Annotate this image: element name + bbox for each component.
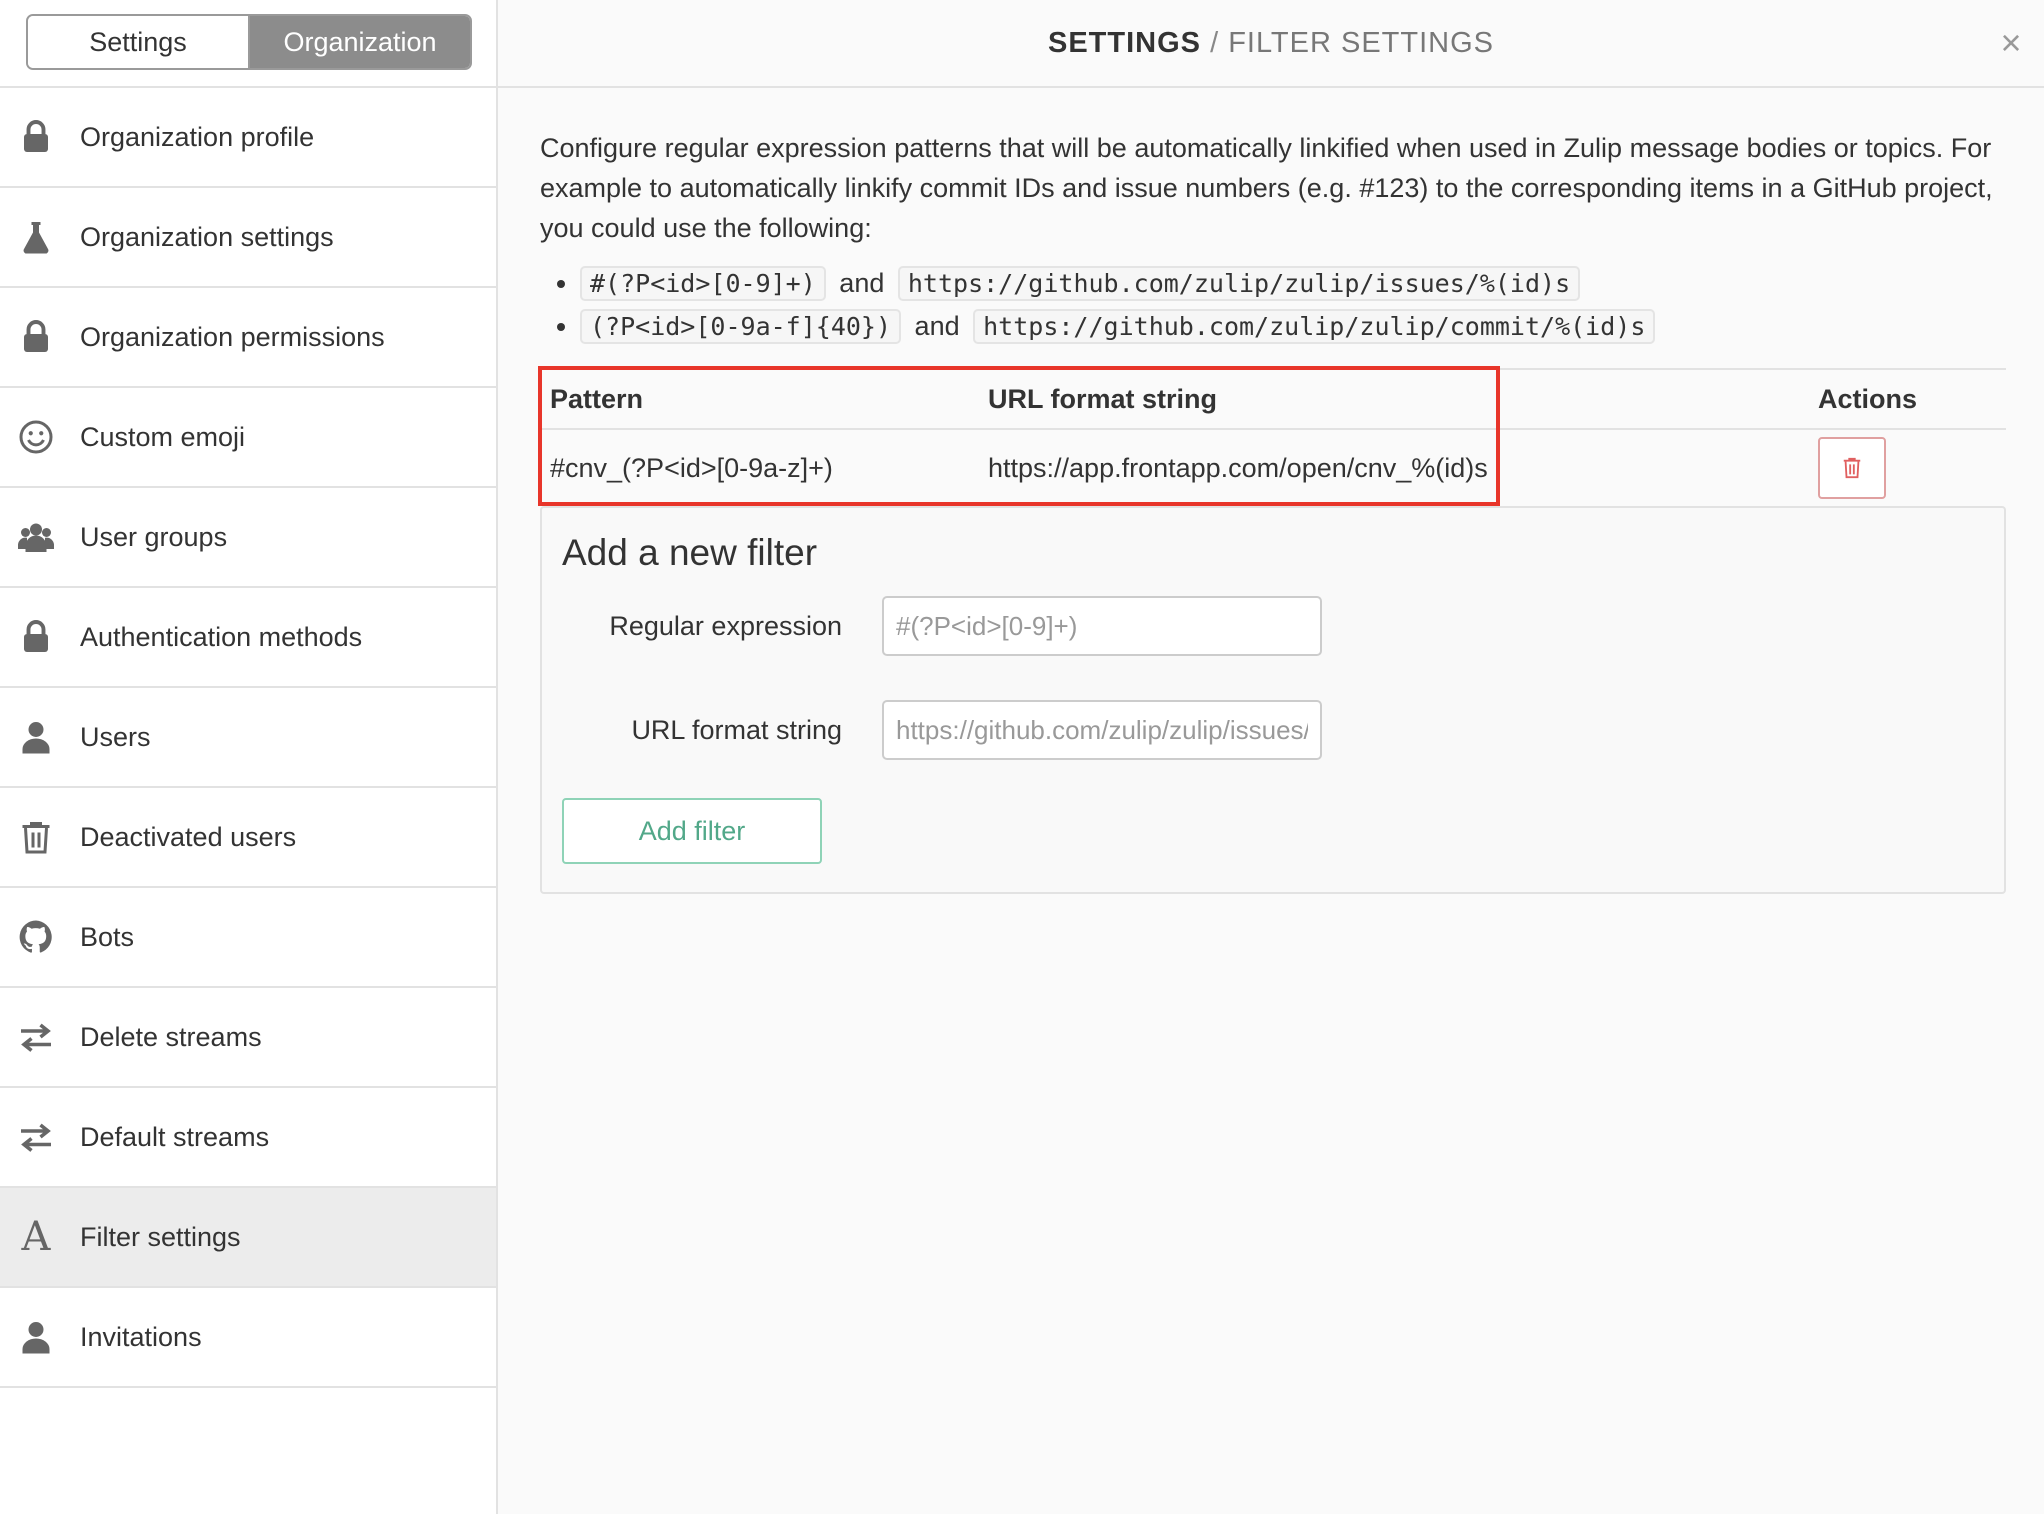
list-item: #(?P<id>[0-9]+) and https://github.com/z… bbox=[580, 262, 2006, 305]
sidebar-item-organization-settings[interactable]: Organization settings bbox=[0, 188, 496, 288]
sidebar-item-label: Organization profile bbox=[80, 121, 315, 152]
sidebar-item-bots[interactable]: Bots bbox=[0, 888, 496, 988]
add-filter-button[interactable]: Add filter bbox=[562, 798, 822, 864]
users-icon bbox=[16, 517, 56, 557]
example-url: https://github.com/zulip/zulip/commit/%(… bbox=[973, 309, 1656, 344]
settings-header: SETTINGS / FILTER SETTINGS × bbox=[498, 0, 2044, 88]
delete-filter-button[interactable] bbox=[1818, 437, 1886, 499]
title-separator: / bbox=[1210, 26, 1220, 59]
filter-pattern: #cnv_(?P<id>[0-9a-z]+) bbox=[550, 452, 833, 483]
sidebar-item-filter-settings[interactable]: A Filter settings bbox=[0, 1188, 496, 1288]
example-pattern: #(?P<id>[0-9]+) bbox=[580, 266, 826, 301]
sidebar-item-authentication-methods[interactable]: Authentication methods bbox=[0, 588, 496, 688]
sidebar-item-label: Bots bbox=[80, 921, 135, 952]
sidebar-item-custom-emoji[interactable]: Custom emoji bbox=[0, 388, 496, 488]
sidebar-item-label: Deactivated users bbox=[80, 821, 297, 852]
exchange-icon bbox=[16, 1117, 56, 1157]
settings-sidebar: Settings Organization Organization profi… bbox=[0, 0, 498, 1514]
flask-icon bbox=[16, 217, 56, 257]
sidebar-item-label: Authentication methods bbox=[80, 621, 363, 652]
lock-icon bbox=[16, 617, 56, 657]
regex-label: Regular expression bbox=[609, 610, 842, 641]
trash-icon bbox=[1843, 457, 1861, 479]
smiley-icon bbox=[16, 417, 56, 457]
sidebar-item-label: Filter settings bbox=[80, 1221, 241, 1252]
column-header-url: URL format string bbox=[978, 368, 1778, 430]
settings-organization-toggle: Settings Organization bbox=[26, 14, 472, 70]
filter-url: https://app.frontapp.com/open/cnv_%(id)s bbox=[988, 452, 1488, 483]
github-icon bbox=[16, 917, 56, 957]
sidebar-list: Organization profile Organization settin… bbox=[0, 86, 496, 1388]
url-row: URL format string bbox=[542, 700, 1322, 760]
filter-actions bbox=[1778, 429, 2006, 506]
filters-table: Pattern URL format string Actions #cnv_(… bbox=[540, 368, 2006, 506]
example-list: #(?P<id>[0-9]+) and https://github.com/z… bbox=[540, 262, 2006, 348]
page-title: SETTINGS / FILTER SETTINGS bbox=[1048, 27, 1494, 60]
font-icon: A bbox=[21, 1214, 51, 1260]
add-filter-heading: Add a new filter bbox=[562, 532, 818, 573]
sidebar-item-label: Users bbox=[80, 721, 151, 752]
title-section: SETTINGS bbox=[1047, 26, 1201, 59]
example-conjunction: and bbox=[914, 311, 960, 341]
table-header-row: Pattern URL format string Actions bbox=[540, 368, 2006, 430]
sidebar-item-users[interactable]: Users bbox=[0, 688, 496, 788]
user-icon bbox=[16, 717, 56, 757]
sidebar-item-label: Default streams bbox=[80, 1121, 270, 1152]
trash-icon bbox=[16, 817, 56, 857]
regex-input[interactable] bbox=[882, 596, 1322, 656]
sidebar-item-organization-permissions[interactable]: Organization permissions bbox=[0, 288, 496, 388]
url-format-label: URL format string bbox=[631, 714, 842, 745]
user-icon bbox=[16, 1317, 56, 1357]
sidebar-item-organization-profile[interactable]: Organization profile bbox=[0, 88, 496, 188]
sidebar-item-label: User groups bbox=[80, 521, 228, 552]
table-row: #cnv_(?P<id>[0-9a-z]+) https://app.front… bbox=[540, 429, 2006, 506]
example-url: https://github.com/zulip/zulip/issues/%(… bbox=[897, 266, 1581, 301]
sidebar-item-label: Delete streams bbox=[80, 1021, 262, 1052]
filters-table-wrap: Pattern URL format string Actions #cnv_(… bbox=[538, 366, 2006, 506]
title-subsection: FILTER SETTINGS bbox=[1228, 26, 1495, 59]
lock-icon bbox=[16, 117, 56, 157]
sidebar-item-deactivated-users[interactable]: Deactivated users bbox=[0, 788, 496, 888]
sidebar-item-label: Invitations bbox=[80, 1321, 202, 1352]
lock-icon bbox=[16, 317, 56, 357]
column-header-actions: Actions bbox=[1778, 368, 2006, 430]
add-filter-form: Add a new filter Regular expression URL … bbox=[540, 506, 2006, 894]
filter-settings-panel: Configure regular expression patterns th… bbox=[538, 88, 2006, 894]
sidebar-item-default-streams[interactable]: Default streams bbox=[0, 1088, 496, 1188]
sidebar-item-label: Custom emoji bbox=[80, 421, 246, 452]
sidebar-item-invitations[interactable]: Invitations bbox=[0, 1288, 496, 1388]
column-header-pattern: Pattern bbox=[540, 368, 978, 430]
url-format-input[interactable] bbox=[882, 700, 1322, 760]
example-conjunction: and bbox=[839, 268, 885, 298]
list-item: (?P<id>[0-9a-f]{40}) and https://github.… bbox=[580, 305, 2006, 348]
filter-description: Configure regular expression patterns th… bbox=[540, 133, 1993, 243]
close-icon[interactable]: × bbox=[1994, 25, 2028, 61]
sidebar-item-delete-streams[interactable]: Delete streams bbox=[0, 988, 496, 1088]
regex-row: Regular expression bbox=[542, 596, 1322, 656]
tab-organization[interactable]: Organization bbox=[248, 16, 470, 68]
sidebar-item-user-groups[interactable]: User groups bbox=[0, 488, 496, 588]
example-pattern: (?P<id>[0-9a-f]{40}) bbox=[580, 309, 902, 344]
sidebar-item-label: Organization permissions bbox=[80, 321, 385, 352]
tab-settings[interactable]: Settings bbox=[28, 16, 248, 68]
exchange-icon bbox=[16, 1017, 56, 1057]
sidebar-item-label: Organization settings bbox=[80, 221, 334, 252]
